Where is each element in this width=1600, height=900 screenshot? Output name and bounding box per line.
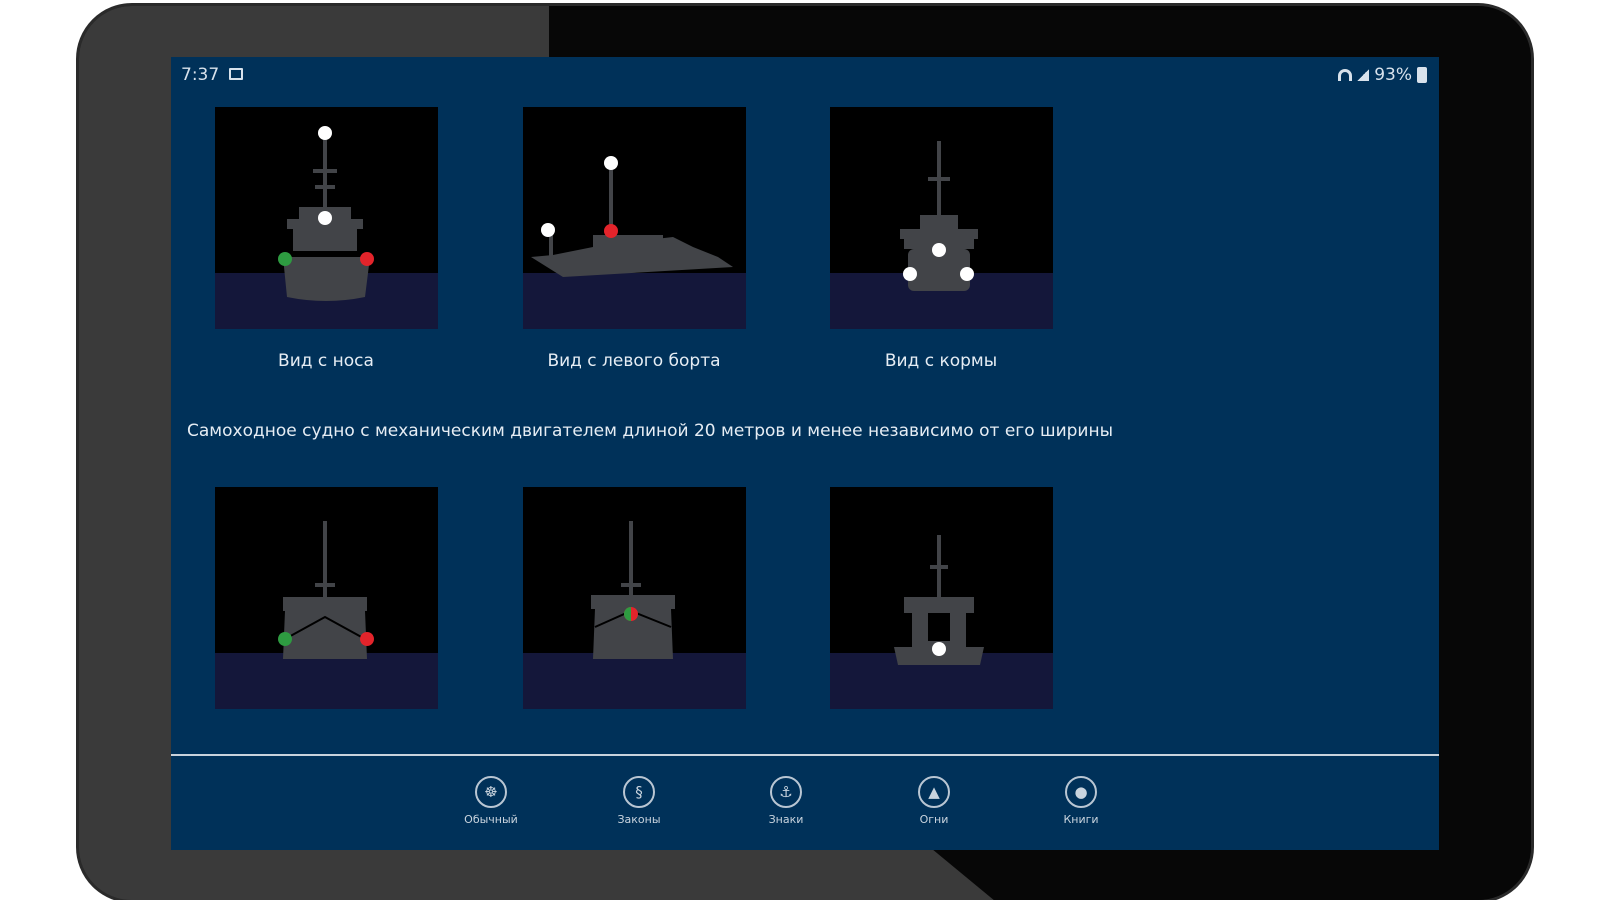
law-icon: §: [623, 776, 655, 808]
port-side-view-image[interactable]: [523, 107, 746, 329]
nav-label: Знаки: [768, 813, 804, 826]
status-bar: 7:37 93%: [171, 57, 1439, 91]
vessel-description: Самоходное судно с механическим двигател…: [187, 421, 1113, 441]
caption-stern-view: Вид с кормы: [884, 351, 998, 371]
bow-view-small-vessel-image[interactable]: [215, 487, 438, 709]
nav-label: Законы: [617, 813, 661, 826]
stern-view-small-vessel-image[interactable]: [830, 487, 1053, 709]
ship-wheel-icon: ☸: [475, 776, 507, 808]
bottom-navigation: ☸ Обычный § Законы ⚓ Знаки ▲ Огни ● Книг…: [171, 756, 1439, 850]
nav-item-signs[interactable]: ⚓ Знаки: [736, 776, 836, 836]
signal-icon: [1357, 69, 1370, 81]
stern-view-image[interactable]: [830, 107, 1053, 329]
nav-item-ordinary[interactable]: ☸ Обычный: [441, 776, 541, 836]
battery-percent: 93%: [1374, 65, 1412, 85]
battery-icon: [1417, 67, 1427, 83]
app-screen: 7:37 93% Вид с носа Вид с левого борта В…: [171, 57, 1439, 850]
status-time: 7:37: [181, 65, 220, 85]
lighthouse-icon: ▲: [918, 776, 950, 808]
nav-item-laws[interactable]: § Законы: [589, 776, 689, 836]
nav-label: Книги: [1063, 813, 1099, 826]
anchor-icon: ⚓: [770, 776, 802, 808]
nav-item-books[interactable]: ● Книги: [1031, 776, 1131, 836]
wifi-icon: [1338, 69, 1353, 81]
person-icon: ●: [1065, 776, 1097, 808]
nav-item-lights[interactable]: ▲ Огни: [884, 776, 984, 836]
bow-view-image[interactable]: [215, 107, 438, 329]
nav-label: Огни: [919, 813, 949, 826]
status-icons: 93%: [1338, 65, 1427, 85]
caption-port-side-view: Вид с левого борта: [547, 351, 721, 371]
caption-bow-view: Вид с носа: [278, 351, 374, 371]
image-notification-icon: [229, 68, 243, 80]
bow-view-combined-light-image[interactable]: [523, 487, 746, 709]
nav-label: Обычный: [464, 813, 518, 826]
